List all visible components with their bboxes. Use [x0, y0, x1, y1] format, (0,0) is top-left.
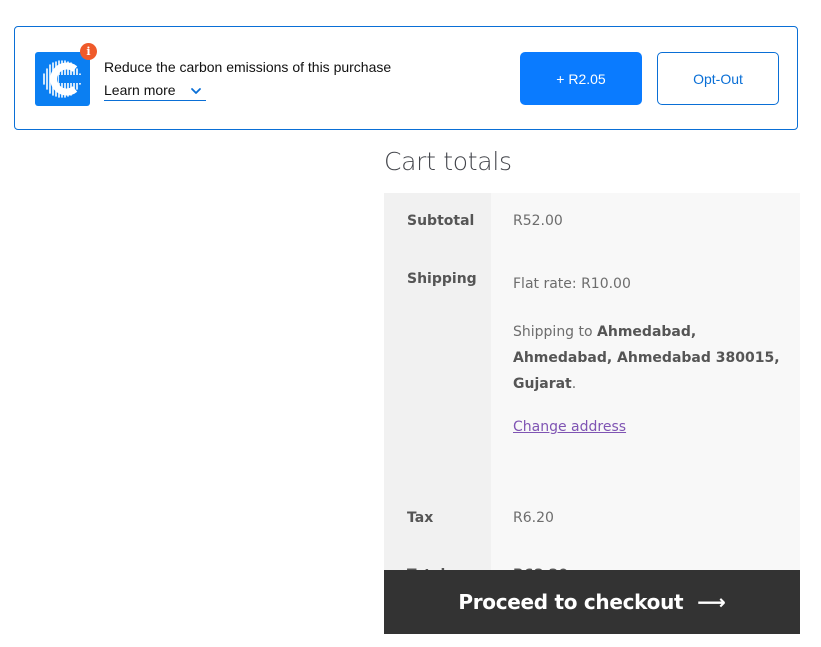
- tax-row: Tax R6.20: [384, 490, 800, 548]
- tax-label: Tax: [384, 490, 491, 548]
- shipping-to-suffix: .: [571, 376, 577, 392]
- chevron-down-icon: [190, 84, 202, 100]
- subtotal-value: R52.00: [491, 193, 800, 251]
- proceed-to-checkout-button[interactable]: Proceed to checkout ⟶: [384, 570, 800, 634]
- cart-totals-table: Subtotal R52.00 Shipping Flat rate: R10.…: [384, 193, 800, 606]
- offset-logo-wrap: i: [35, 43, 97, 106]
- subtotal-row: Subtotal R52.00: [384, 193, 800, 251]
- subtotal-label: Subtotal: [384, 193, 491, 251]
- shipping-destination-text: Shipping to Ahmedabad, Ahmedabad, Ahmeda…: [513, 319, 800, 397]
- learn-more-label: Learn more: [104, 82, 176, 98]
- carbon-offset-banner: i Reduce the carbon emissions of this pu…: [14, 26, 798, 130]
- shipping-details: Flat rate: R10.00 Shipping to Ahmedabad,…: [491, 251, 800, 490]
- arrow-right-icon: ⟶: [697, 590, 726, 614]
- change-address-link[interactable]: Change address: [513, 419, 626, 435]
- tax-value: R6.20: [491, 490, 800, 548]
- shipping-method: Flat rate: R10.00: [513, 276, 631, 292]
- add-offset-button[interactable]: + R2.05: [520, 52, 642, 105]
- learn-more-dropdown[interactable]: Learn more: [104, 82, 206, 101]
- offset-message: Reduce the carbon emissions of this purc…: [104, 59, 392, 75]
- shipping-to-prefix: Shipping to: [513, 324, 598, 340]
- info-icon[interactable]: i: [80, 43, 97, 60]
- opt-out-button[interactable]: Opt-Out: [657, 52, 779, 105]
- checkout-label: Proceed to checkout: [458, 590, 684, 614]
- shipping-label: Shipping: [384, 251, 491, 490]
- cart-totals-title: Cart totals: [384, 147, 512, 176]
- offset-logo-icon: [35, 52, 90, 106]
- shipping-row: Shipping Flat rate: R10.00 Shipping to A…: [384, 251, 800, 490]
